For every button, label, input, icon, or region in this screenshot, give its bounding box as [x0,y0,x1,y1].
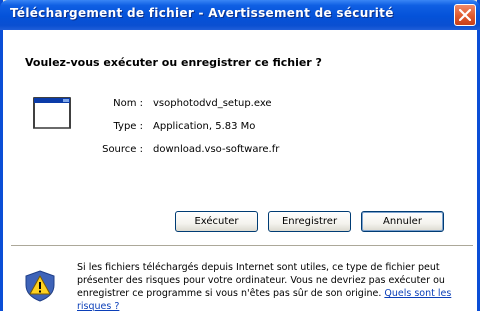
close-icon [459,9,471,21]
shield-warning-icon [25,270,55,302]
window-title: Téléchargement de fichier - Avertissemen… [10,6,394,20]
file-type-value: Application, 5.83 Mo [153,121,256,132]
separator [11,245,473,247]
execute-button[interactable]: Exécuter [175,211,258,232]
file-name-label: Nom : [113,98,143,109]
security-warning-dialog: Téléchargement de fichier - Avertissemen… [0,0,480,313]
application-icon [33,97,71,129]
cancel-button[interactable]: Annuler [361,211,444,232]
close-button[interactable] [454,4,476,26]
save-button[interactable]: Enregistrer [268,211,351,232]
file-name-value: vsophotodvd_setup.exe [153,98,272,109]
security-warning-message: Si les fichiers téléchargés depuis Inter… [77,261,472,313]
dialog-body: Voulez-vous exécuter ou enregistrer ce f… [3,30,477,313]
file-source-value: download.vso-software.fr [153,144,280,155]
dialog-question: Voulez-vous exécuter ou enregistrer ce f… [25,56,322,69]
file-type-label: Type : [113,121,143,132]
file-source-label: Source : [102,144,143,155]
title-bar[interactable]: Téléchargement de fichier - Avertissemen… [0,0,480,30]
